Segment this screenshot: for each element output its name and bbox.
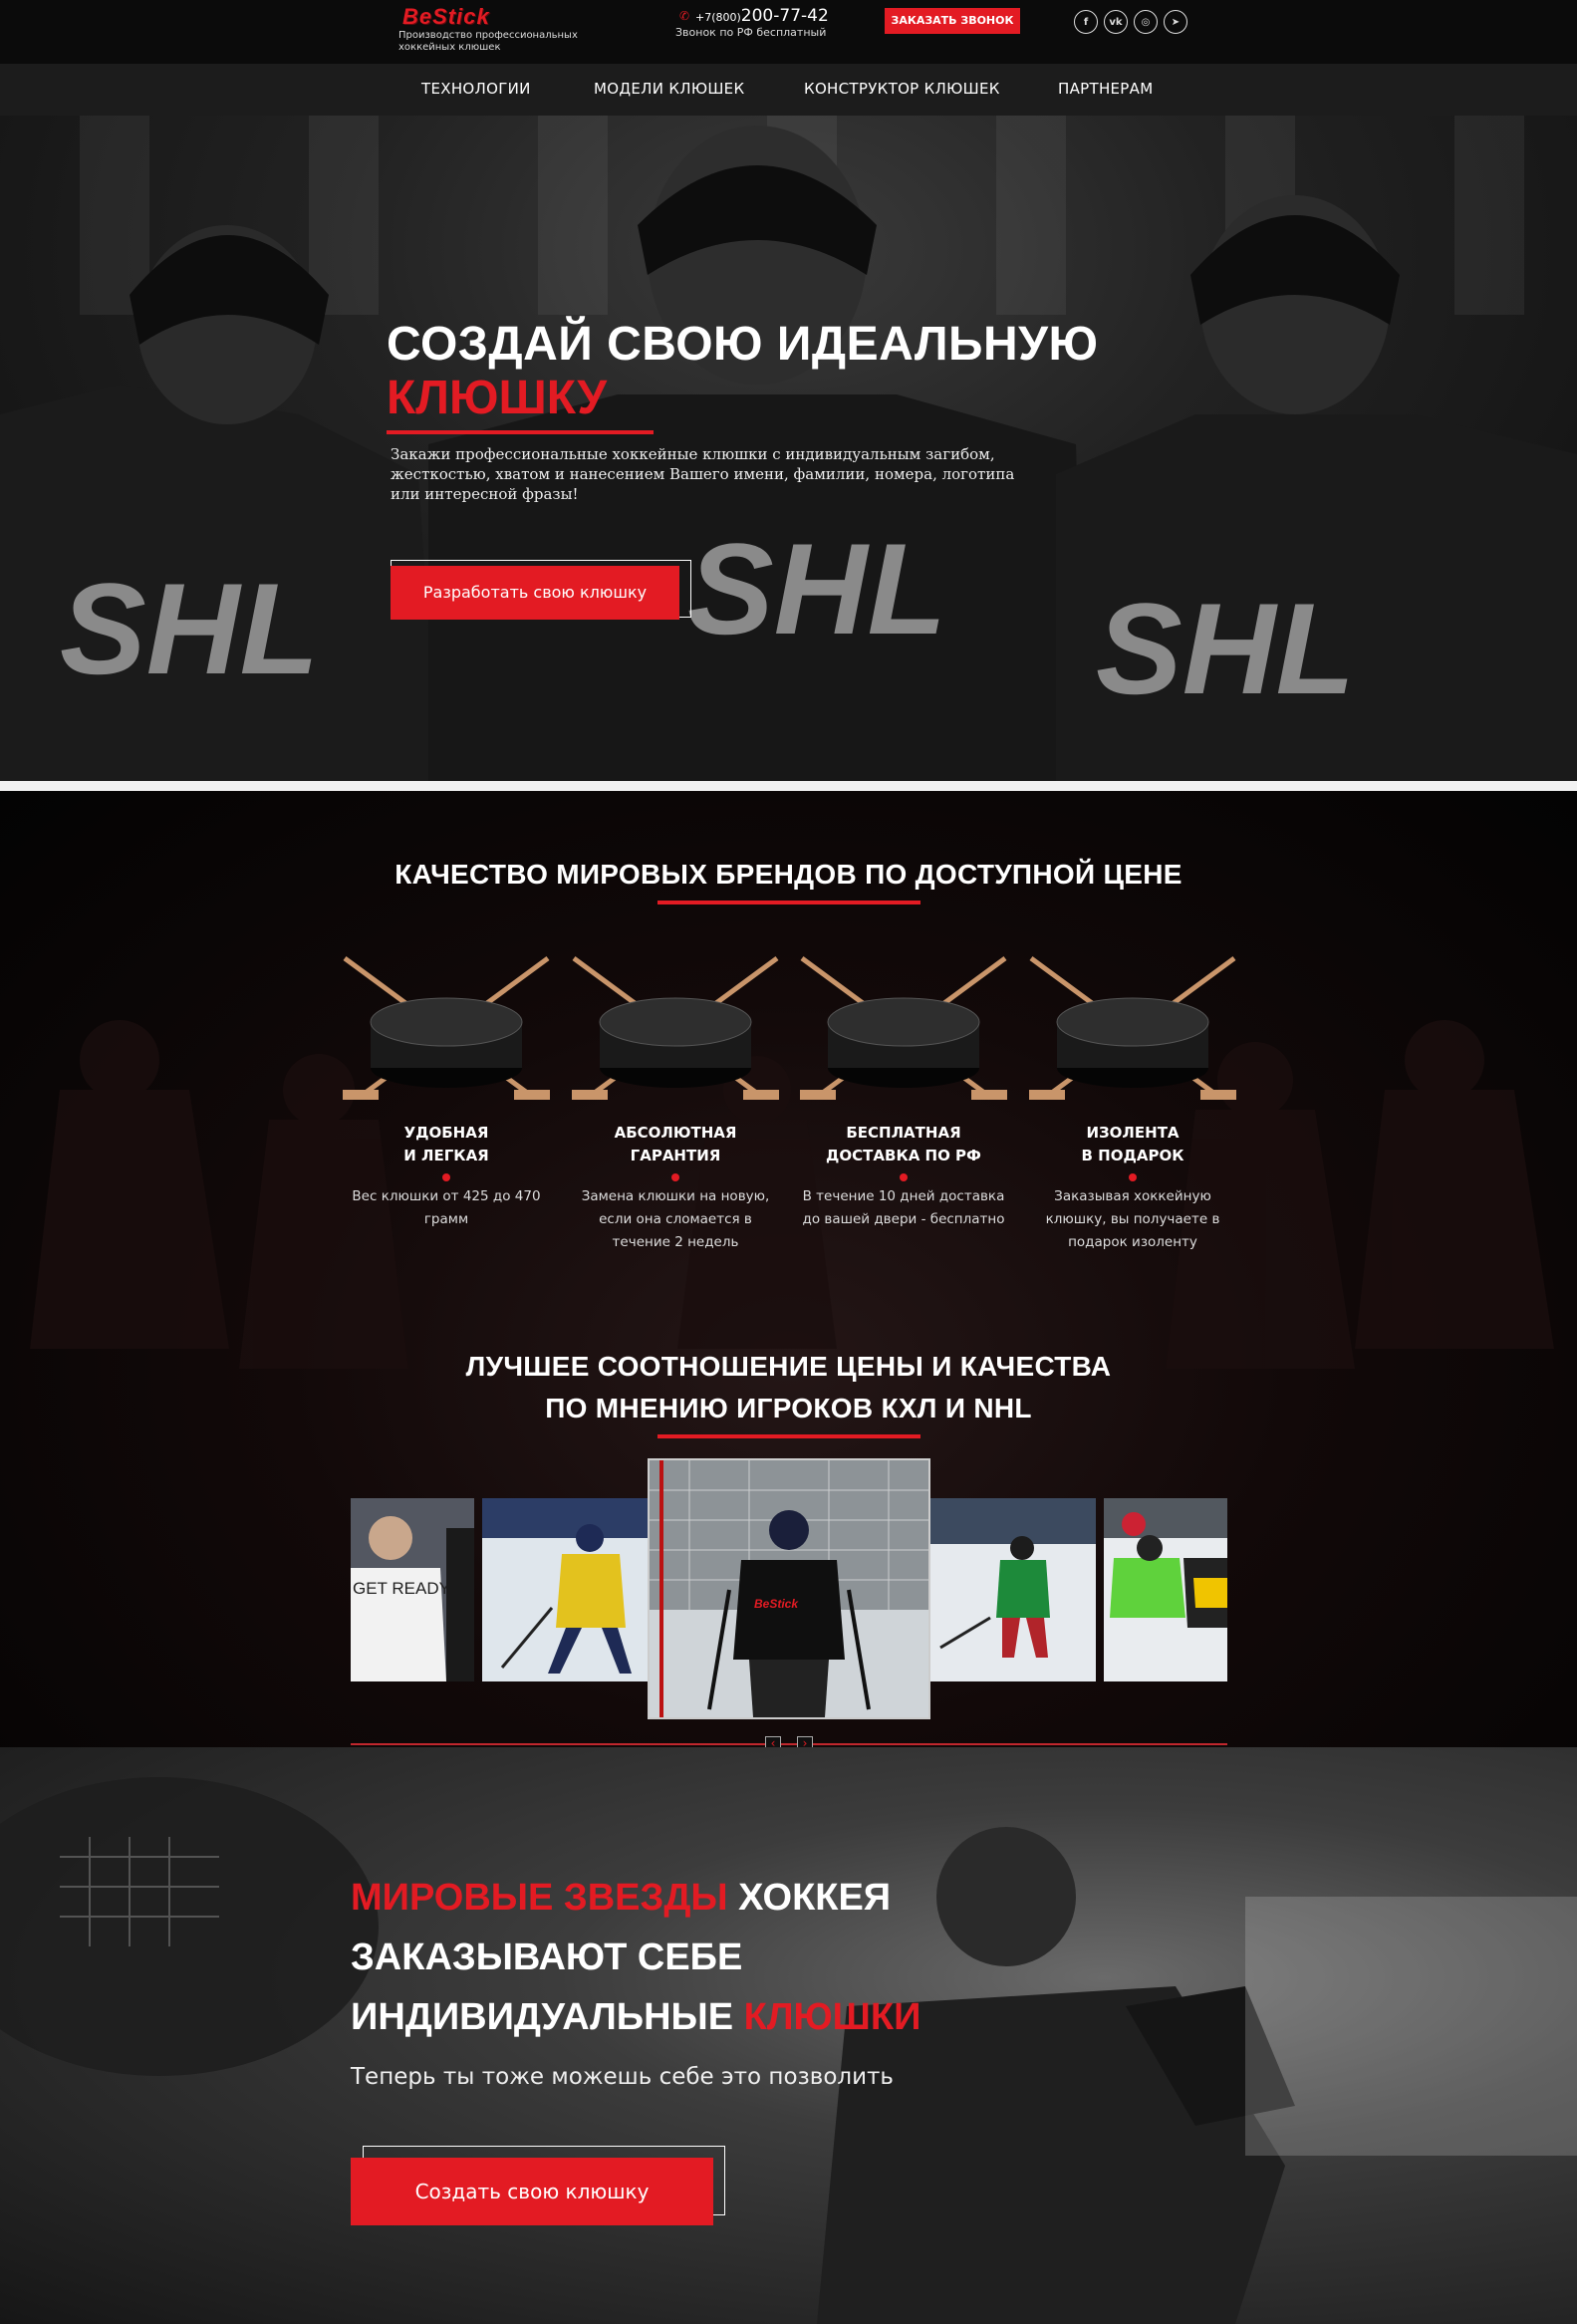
instagram-icon[interactable]: ◎	[1134, 10, 1158, 34]
crossed-sticks-puck-icon	[343, 955, 550, 1101]
callback-button[interactable]: ЗАКАЗАТЬ ЗВОНОК	[885, 8, 1020, 34]
stars-heading-line1: МИРОВЫЕ ЗВЕЗДЫ ХОККЕЯ	[351, 1877, 891, 1920]
nav-item-constructor[interactable]: КОНСТРУКТОР КЛЮШЕК	[804, 80, 1000, 98]
feature-title: БЕСПЛАТНАЯ ДОСТАВКА ПО РФ	[796, 1122, 1011, 1167]
jersey-text-right: SHL	[1096, 576, 1355, 721]
feature-dot	[442, 1173, 450, 1181]
stars-heading-accent: МИРОВЫЕ ЗВЕЗДЫ	[351, 1877, 728, 1919]
crossed-sticks-puck-icon	[1029, 955, 1236, 1101]
feature-title-line: УДОБНАЯ	[403, 1124, 489, 1142]
feature-dot	[671, 1173, 679, 1181]
carousel-photo[interactable]	[1104, 1498, 1227, 1681]
jersey-text-left: SHL	[60, 556, 319, 701]
players-heading-line2: ПО МНЕНИЮ ИГРОКОВ КХЛ И NHL	[545, 1393, 1032, 1423]
brand-tagline: Производство профессиональных хоккейных …	[398, 30, 578, 53]
jersey-text-center: SHL	[687, 516, 946, 661]
feature-title-line: АБСОЛЮТНАЯ	[614, 1124, 737, 1142]
stars-heading-accent: КЛЮШКИ	[743, 1996, 921, 2038]
nav-item-technologies[interactable]: ТЕХНОЛОГИИ	[421, 80, 531, 98]
nav-item-models[interactable]: МОДЕЛИ КЛЮШЕК	[594, 80, 744, 98]
feature-title-line: ИЗОЛЕНТА	[1086, 1124, 1180, 1142]
carousel-photo-active[interactable]: BeStick	[648, 1458, 930, 1719]
hero-title: СОЗДАЙ СВОЮ ИДЕАЛЬНУЮ	[387, 318, 1099, 371]
stars-heading-line3: ИНДИВИДУАЛЬНЫЕ КЛЮШКИ	[351, 1996, 920, 2039]
phone-icon: ✆	[679, 9, 690, 23]
quality-heading: КАЧЕСТВО МИРОВЫХ БРЕНДОВ ПО ДОСТУПНОЙ ЦЕ…	[394, 859, 1183, 890]
crossed-sticks-puck-icon	[572, 955, 779, 1101]
facebook-icon[interactable]: f	[1074, 10, 1098, 34]
quality-heading-underline	[657, 901, 920, 904]
carousel-photo[interactable]: GET READY FOR GOLD	[351, 1498, 474, 1681]
hero-underline	[387, 430, 654, 434]
feature-dot	[1129, 1173, 1137, 1181]
telegram-icon[interactable]: ➤	[1164, 10, 1187, 34]
phone-main: 200-77-42	[740, 6, 829, 26]
feature-title-line: БЕСПЛАТНАЯ	[846, 1124, 961, 1142]
feature-text: Вес клюшки от 425 до 470 грамм	[352, 1188, 541, 1227]
stars-heading-text: ИНДИВИДУАЛЬНЫЕ	[351, 1996, 744, 2038]
vk-icon[interactable]: vk	[1104, 10, 1128, 34]
brand-logo[interactable]: BeStick	[402, 4, 490, 30]
players-heading-underline	[657, 1434, 920, 1438]
crossed-sticks-puck-icon	[800, 955, 1007, 1101]
section-divider	[0, 781, 1577, 791]
social-links: f vk ◎ ➤	[1074, 10, 1187, 34]
carousel-photo[interactable]	[482, 1498, 648, 1681]
feature-title: АБСОЛЮТНАЯ ГАРАНТИЯ	[568, 1122, 783, 1167]
nav-item-partners[interactable]: ПАРТНЕРАМ	[1058, 80, 1153, 98]
hero-title-accent: КЛЮШКУ	[387, 372, 608, 424]
create-stick-button[interactable]: Создать свою клюшку	[351, 2158, 713, 2225]
players-heading-line1: ЛУЧШЕЕ СООТНОШЕНИЕ ЦЕНЫ И КАЧЕСТВА	[465, 1351, 1112, 1382]
main-nav: ТЕХНОЛОГИИ МОДЕЛИ КЛЮШЕК КОНСТРУКТОР КЛЮ…	[0, 64, 1577, 116]
carousel-progress-line	[351, 1743, 1227, 1745]
feature-title: УДОБНАЯ И ЛЕГКАЯ	[339, 1122, 554, 1167]
stars-heading-line2: ЗАКАЗЫВАЮТ СЕБЕ	[351, 1937, 743, 1978]
carousel-photo[interactable]	[930, 1498, 1096, 1681]
feature-title-line: В ПОДАРОК	[1081, 1147, 1184, 1164]
phone-prefix: +7(800)	[695, 11, 741, 24]
feature-text: Заказывая хоккейную клюшку, вы получаете…	[1045, 1188, 1220, 1250]
feature-title: ИЗОЛЕНТА В ПОДАРОК	[1025, 1122, 1240, 1167]
feature-text: Замена клюшки на новую, если она сломает…	[581, 1188, 770, 1250]
stars-subtitle: Теперь ты тоже можешь себе это позволить	[351, 2064, 894, 2090]
top-bar: BeStick Производство профессиональных хо…	[0, 0, 1577, 64]
stars-heading-text: ХОККЕЯ	[727, 1877, 892, 1919]
feature-text: В течение 10 дней доставка до вашей двер…	[802, 1188, 1005, 1227]
feature-title-line: ДОСТАВКА ПО РФ	[826, 1147, 981, 1164]
design-stick-button[interactable]: Разработать свою клюшку	[391, 566, 679, 620]
hero-description: Закажи профессиональные хоккейные клюшки…	[391, 445, 1015, 503]
feature-title-line: ГАРАНТИЯ	[630, 1147, 721, 1164]
feature-title-line: И ЛЕГКАЯ	[403, 1147, 489, 1164]
phone-number[interactable]: +7(800)200-77-42	[695, 6, 829, 26]
feature-dot	[900, 1173, 908, 1181]
shirt-logo: BeStick	[754, 1597, 799, 1611]
phone-note: Звонок по РФ бесплатный	[675, 26, 827, 39]
